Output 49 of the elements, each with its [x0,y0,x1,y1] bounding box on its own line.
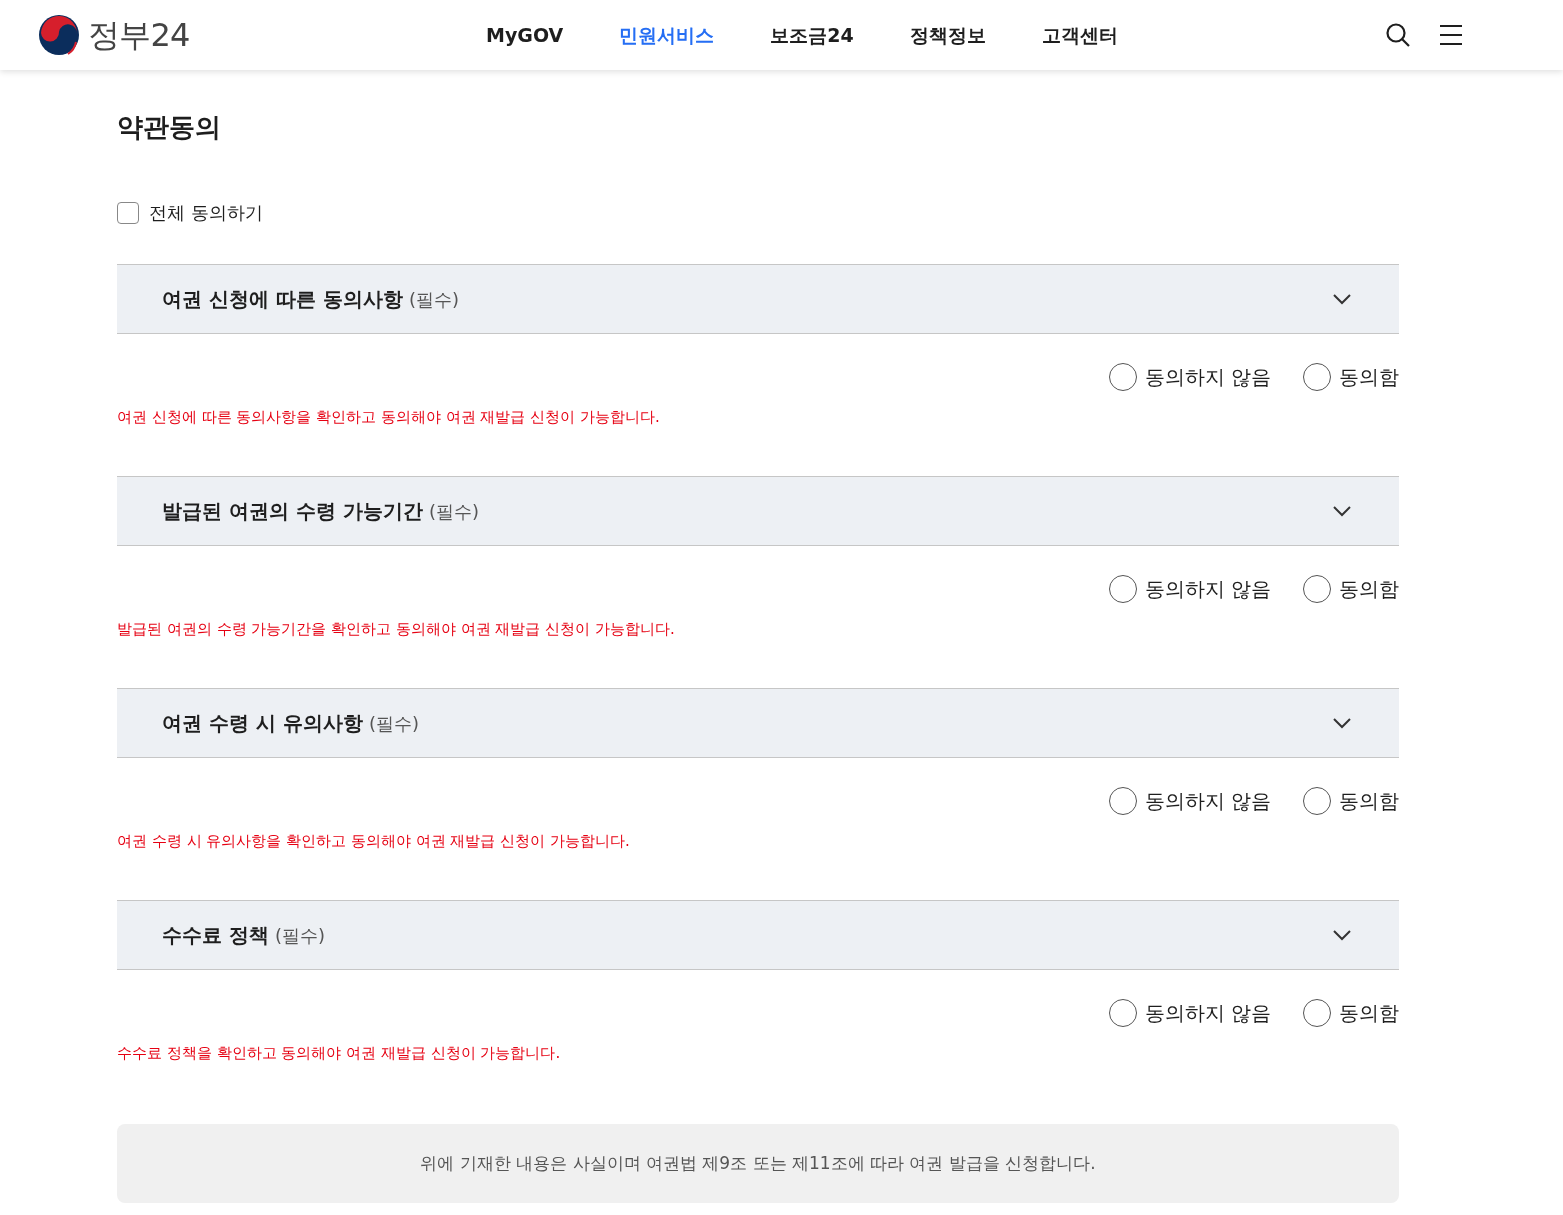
radio-button[interactable] [1108,575,1137,603]
accordion-header[interactable]: 여권 수령 시 유의사항 (필수) [117,688,1399,758]
checkbox-label[interactable]: 전체 동의하기 [149,199,263,226]
error-message: 발급된 여권의 수령 가능기간을 확인하고 동의해야 여권 재발급 신청이 가능합니다. [117,619,676,640]
radio-label[interactable]: 동의함 [1339,786,1399,816]
notice-text: 위에 기재한 내용은 사실이며 여권법 제9조 또는 제11조에 따라 여권 발급을 신청합니다. [420,1151,1096,1175]
chevron-down-icon[interactable] [1333,717,1351,729]
accordion-header[interactable]: 발급된 여권의 수령 가능기간 (필수) [117,476,1399,546]
accordion-header[interactable]: 여권 신청에 따른 동의사항 (필수) [117,264,1399,334]
radio-label[interactable]: 동의하지 않음 [1144,362,1271,392]
chevron-down-icon[interactable] [1333,929,1351,941]
site-logo-text[interactable]: 정부24 [88,11,190,59]
checkbox[interactable] [117,201,139,224]
required-tag: (필수) [368,709,419,737]
radio-button[interactable] [1108,999,1137,1027]
section-title: 여권 수령 시 유의사항 [162,710,363,737]
radio-button[interactable] [1303,787,1331,815]
radio-button[interactable] [1108,363,1137,391]
page-title: 약관동의 [117,111,222,144]
error-message: 여권 수령 시 유의사항을 확인하고 동의해야 여권 재발급 신청이 가능합니다. [117,831,631,852]
nav-link[interactable]: 정책정보 [909,20,986,50]
nav-link[interactable]: 보조금24 [770,20,854,50]
emblem-logo-icon [38,14,80,56]
section-title: 수수료 정책 [162,922,269,949]
radio-label[interactable]: 동의하지 않음 [1144,574,1271,604]
radio-label[interactable]: 동의함 [1339,362,1399,392]
radio-label[interactable]: 동의하지 않음 [1144,998,1271,1028]
section-title: 발급된 여권의 수령 가능기간 [162,498,423,525]
nav-link[interactable]: 고객센터 [1041,20,1118,50]
menu-icon[interactable] [1439,24,1463,46]
radio-label[interactable]: 동의하지 않음 [1144,786,1271,816]
nav-link[interactable]: 민원서비스 [619,20,715,50]
chevron-down-icon[interactable] [1333,293,1351,305]
chevron-down-icon[interactable] [1333,505,1351,517]
radio-button[interactable] [1303,575,1331,603]
section-title: 여권 신청에 따른 동의사항 [162,286,403,313]
required-tag: (필수) [274,921,325,949]
radio-button[interactable] [1303,999,1331,1027]
error-message: 여권 신청에 따른 동의사항을 확인하고 동의해야 여권 재발급 신청이 가능합니다. [117,407,661,428]
nav-link[interactable]: MyGOV [486,20,564,50]
search-icon[interactable] [1385,22,1411,48]
error-message: 수수료 정책을 확인하고 동의해야 여권 재발급 신청이 가능합니다. [117,1043,562,1064]
radio-label[interactable]: 동의함 [1339,998,1399,1028]
radio-button[interactable] [1108,787,1137,815]
required-tag: (필수) [408,285,459,313]
accordion-header[interactable]: 수수료 정책 (필수) [117,900,1399,970]
radio-button[interactable] [1303,363,1331,391]
required-tag: (필수) [428,497,479,525]
radio-label[interactable]: 동의함 [1339,574,1399,604]
